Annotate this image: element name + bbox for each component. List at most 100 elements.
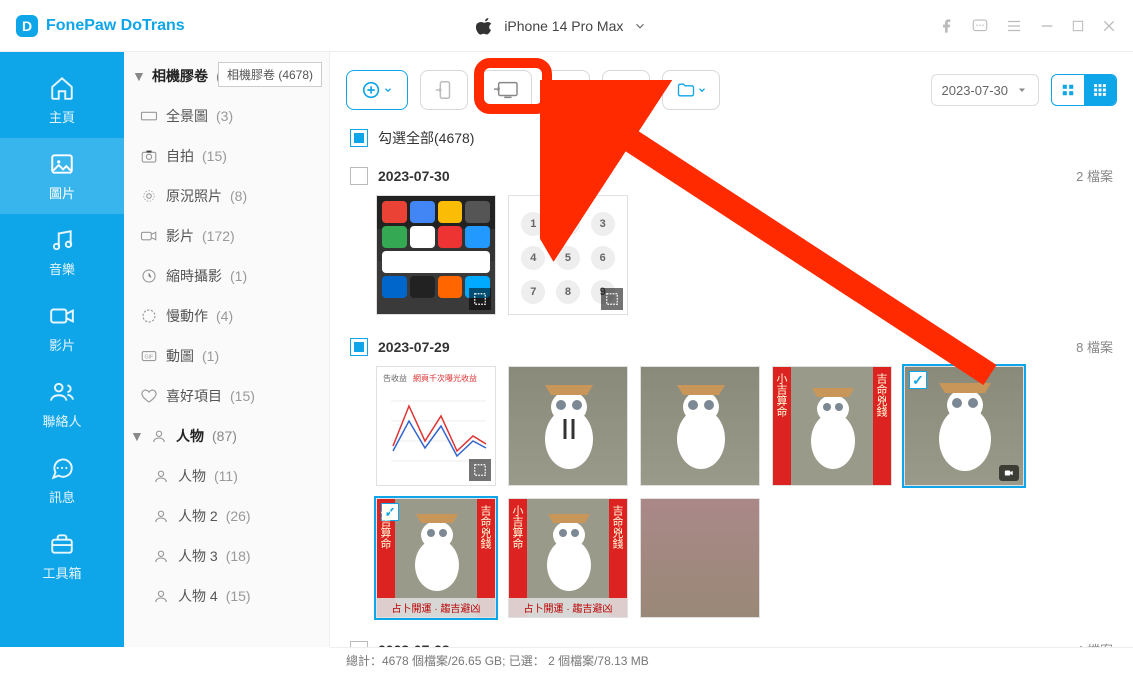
minimize-icon[interactable] — [1039, 18, 1055, 34]
add-button[interactable] — [346, 70, 408, 110]
checkbox-checked-icon[interactable]: ✓ — [909, 371, 927, 389]
select-all-label: 勾選全部(4678) — [378, 128, 474, 148]
device-export-icon — [433, 79, 455, 101]
feedback-icon[interactable] — [971, 17, 989, 35]
folder-button[interactable] — [662, 70, 720, 110]
date-group-header[interactable]: 2023-07-30 2 檔案 — [346, 160, 1117, 195]
nav-videos[interactable]: 影片 — [0, 290, 124, 366]
apple-icon — [476, 17, 494, 35]
date-filter[interactable]: 2023-07-30 — [931, 74, 1040, 106]
photo-thumbnail[interactable] — [640, 366, 760, 486]
maximize-icon[interactable] — [1071, 19, 1085, 33]
person-icon — [152, 507, 170, 525]
panorama-icon — [140, 107, 158, 125]
nav-messages[interactable]: 訊息 — [0, 442, 124, 518]
video-icon — [49, 303, 75, 329]
person-icon — [152, 467, 170, 485]
album-person-2[interactable]: 人物 2 (26) — [124, 496, 329, 536]
thumbnail-row: 告收益網頁千次曝光收益 小吉算命 吉命兇錢 — [346, 366, 1117, 634]
group-checkbox[interactable] — [350, 641, 368, 648]
gif-icon: GIF — [140, 347, 158, 365]
titlebar-actions — [939, 17, 1117, 35]
photo-thumbnail[interactable]: 小吉算命 吉命兇錢 — [772, 366, 892, 486]
view-toggle — [1051, 74, 1117, 106]
album-favorites[interactable]: 喜好項目 (15) — [124, 376, 329, 416]
album-videos[interactable]: 影片 (172) — [124, 216, 329, 256]
sidenav: 主頁 圖片 音樂 影片 聯絡人 訊息 工具箱 — [0, 52, 124, 647]
photo-thumbnail[interactable]: ✓ — [904, 366, 1024, 486]
album-slomo[interactable]: 慢動作 (4) — [124, 296, 329, 336]
album-selfies[interactable]: 自拍 (15) — [124, 136, 329, 176]
photo-grid-scroll[interactable]: 勾選全部(4678) 2023-07-30 2 檔案 123 456 — [330, 128, 1133, 647]
person-icon — [152, 587, 170, 605]
photo-thumbnail[interactable] — [508, 366, 628, 486]
contacts-icon — [49, 379, 75, 405]
grid-small-icon — [1093, 83, 1107, 97]
message-icon — [49, 455, 75, 481]
group-checkbox[interactable] — [350, 338, 368, 356]
export-device-button[interactable] — [420, 70, 468, 110]
statusbar: 總計：4678 個檔案/26.65 GB; 已選： 2 個檔案/78.13 MB — [330, 647, 1133, 673]
album-person-1[interactable]: 人物 (11) — [124, 456, 329, 496]
photo-thumbnail[interactable]: 告收益網頁千次曝光收益 — [376, 366, 496, 486]
chevron-down-icon — [383, 85, 393, 95]
thumbnail-row: 123 456 789 — [346, 195, 1117, 331]
slomo-icon — [140, 307, 158, 325]
date-group-header[interactable]: 2023-07-29 8 檔案 — [346, 331, 1117, 366]
nav-contacts[interactable]: 聯絡人 — [0, 366, 124, 442]
content-area: 2023-07-30 勾選全部(4678) 2023-07-30 — [330, 52, 1133, 647]
svg-text:GIF: GIF — [145, 354, 154, 360]
folder-icon — [675, 80, 697, 100]
album-live[interactable]: 原況照片 (8) — [124, 176, 329, 216]
camera-icon — [140, 147, 158, 165]
dog-photo — [509, 367, 629, 487]
album-people-header[interactable]: ▼ 人物 (87) — [124, 416, 329, 456]
logo-icon: D — [16, 15, 38, 37]
menu-icon[interactable] — [1005, 17, 1023, 35]
photo-thumbnail[interactable]: 123 456 789 — [508, 195, 628, 315]
export-pc-button[interactable] — [480, 70, 532, 110]
select-icon — [601, 288, 623, 310]
video-icon — [140, 227, 158, 245]
nav-home[interactable]: 主頁 — [0, 62, 124, 138]
close-icon[interactable] — [1101, 18, 1117, 34]
triangle-down-icon: ▼ — [132, 68, 144, 84]
album-panorama[interactable]: 全景圖 (3) — [124, 96, 329, 136]
nav-music[interactable]: 音樂 — [0, 214, 124, 290]
photo-thumbnail[interactable] — [376, 195, 496, 315]
heart-icon — [140, 387, 158, 405]
photo-thumbnail[interactable]: ✓ 小吉算命 吉命兇錢 占卜開運 · 趨吉避凶 — [376, 498, 496, 618]
album-person-3[interactable]: 人物 3 (18) — [124, 536, 329, 576]
album-timelapse[interactable]: 縮時攝影 (1) — [124, 256, 329, 296]
album-list: ▼ 相機膠卷 (4678) 全景圖 (3) 自拍 (15) 原況照片 (8) 影… — [124, 52, 330, 647]
photo-thumbnail[interactable] — [640, 498, 760, 618]
select-icon — [469, 288, 491, 310]
person-icon — [150, 427, 168, 445]
person-icon — [152, 547, 170, 565]
app-title: FonePaw DoTrans — [46, 17, 185, 35]
video-badge-icon — [999, 465, 1019, 481]
group-checkbox[interactable] — [350, 167, 368, 185]
camera-roll-tooltip: 相機膠卷 (4678) — [218, 62, 322, 87]
refresh-button[interactable] — [602, 70, 650, 110]
delete-button[interactable] — [544, 70, 590, 110]
nav-toolbox[interactable]: 工具箱 — [0, 518, 124, 594]
triangle-down-icon — [1016, 84, 1028, 96]
image-icon — [49, 151, 75, 177]
device-picker[interactable]: iPhone 14 Pro Max — [476, 17, 647, 35]
device-name: iPhone 14 Pro Max — [504, 18, 623, 34]
select-all-checkbox[interactable] — [350, 129, 368, 147]
facebook-icon[interactable] — [939, 18, 955, 34]
photo-thumbnail[interactable]: 小吉算命 吉命兇錢 占卜開運 · 趨吉避凶 — [508, 498, 628, 618]
date-group-header[interactable]: 2023-07-28 4 檔案 — [346, 634, 1117, 647]
select-all-row[interactable]: 勾選全部(4678) — [346, 128, 1117, 160]
plus-icon — [361, 79, 383, 101]
grid-large-view[interactable] — [1052, 75, 1084, 105]
nav-photos[interactable]: 圖片 — [0, 138, 124, 214]
grid-small-view[interactable] — [1084, 75, 1116, 105]
home-icon — [49, 75, 75, 101]
album-person-4[interactable]: 人物 4 (15) — [124, 576, 329, 616]
album-gif[interactable]: GIF 動圖 (1) — [124, 336, 329, 376]
toolbox-icon — [49, 531, 75, 557]
refresh-icon — [615, 80, 637, 100]
